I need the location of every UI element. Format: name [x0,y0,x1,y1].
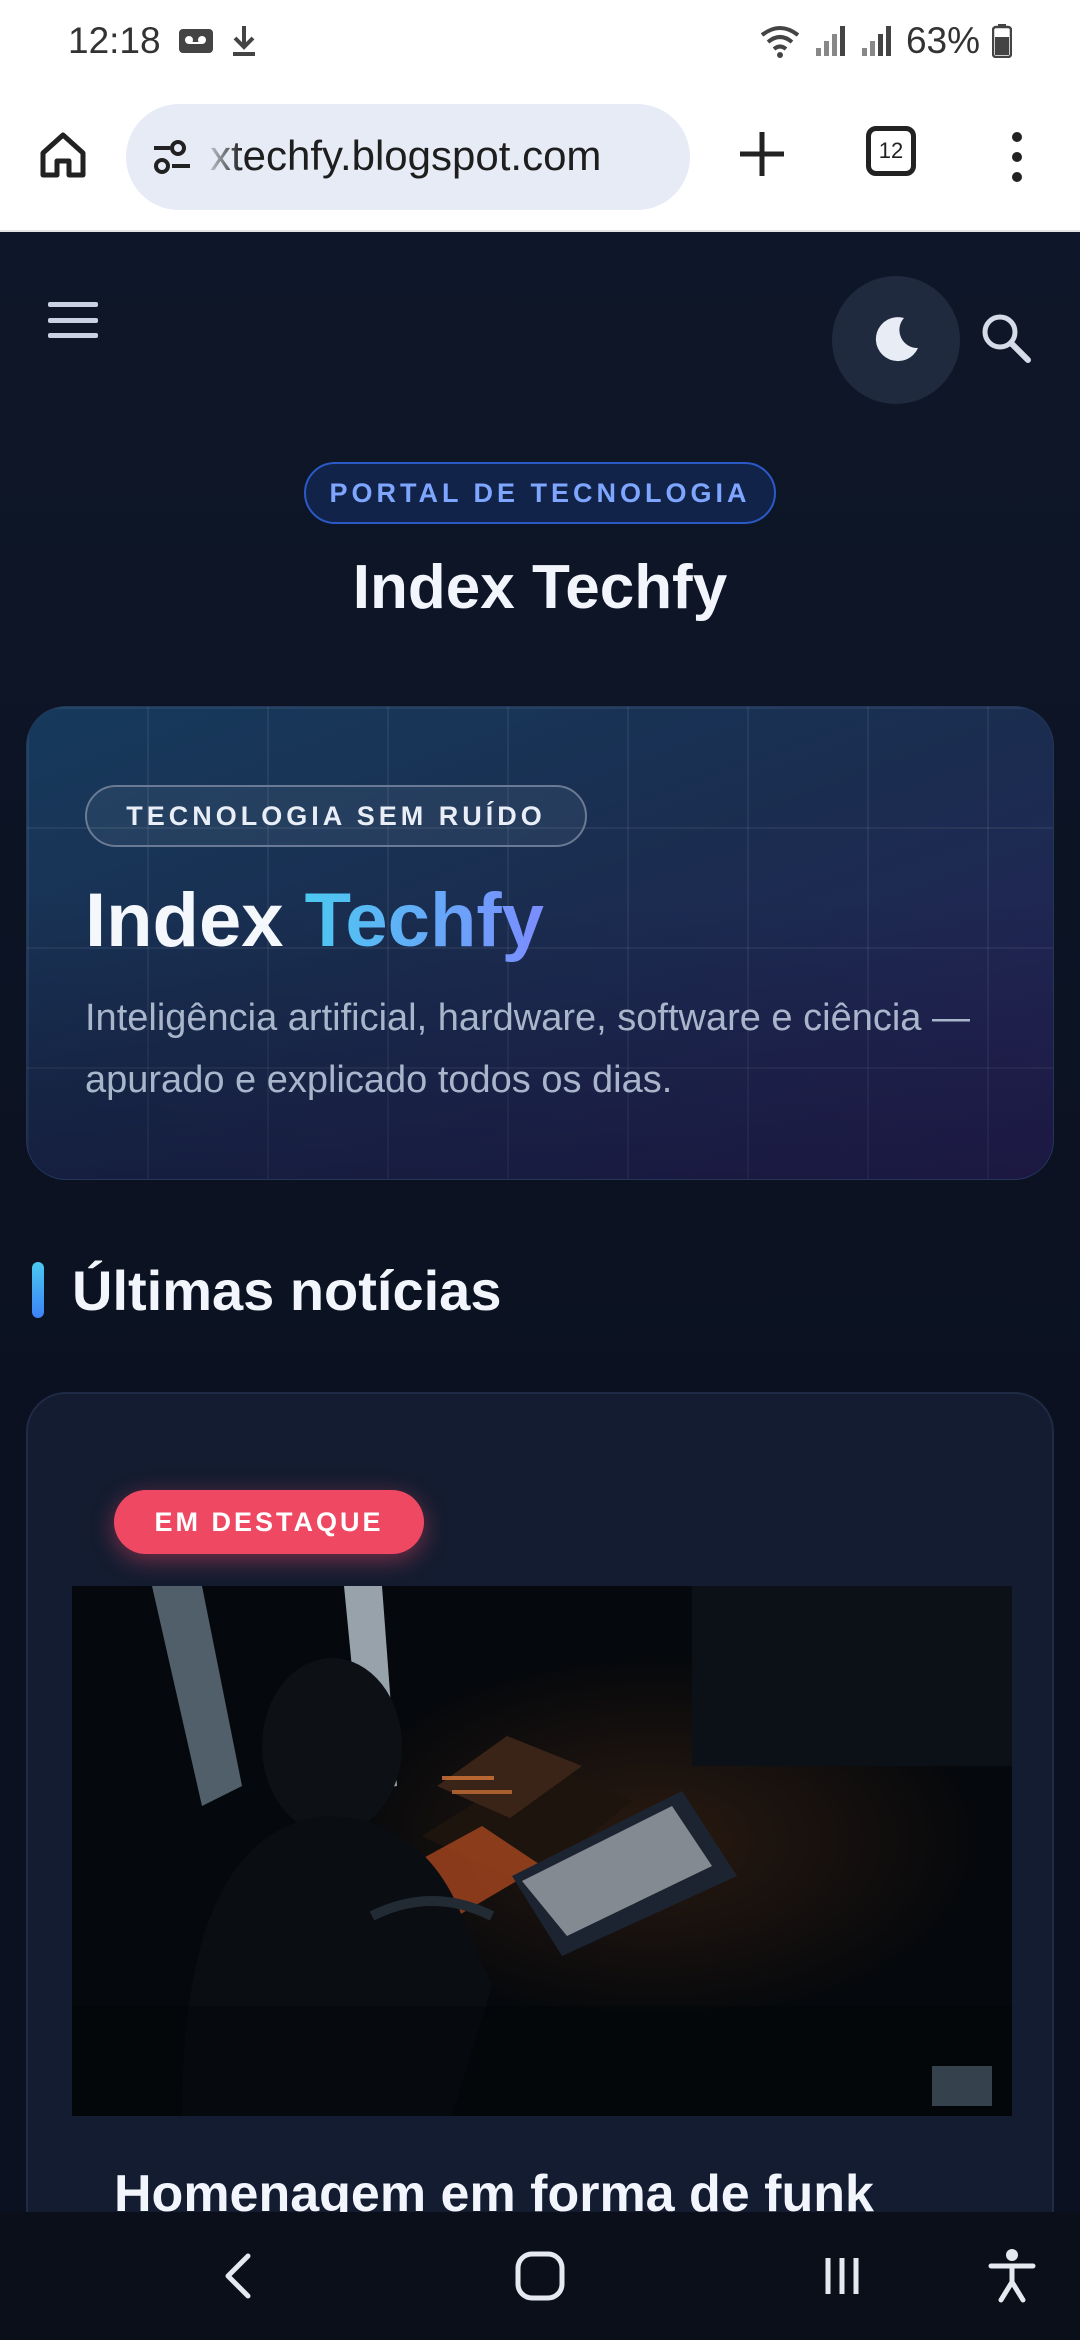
battery-level: 63% [905,20,980,61]
back-button[interactable] [206,2244,270,2308]
page-content: PORTAL DE TECNOLOGIA Index Techfy TECNOL… [0,232,1080,2212]
download-icon [233,26,255,56]
hero-banner: TECNOLOGIA SEM RUÍDO Index Techfy Inteli… [26,706,1054,1180]
featured-news-card[interactable]: EM DESTAQUE Homenagem em forma de funk [26,1392,1054,2212]
accessibility-button[interactable] [980,2244,1044,2308]
address-bar[interactable]: xtechfy.blogspot.com [126,104,690,210]
signal-icon [815,26,845,56]
accessibility-icon [988,2249,1036,2303]
home-icon [40,132,86,178]
new-tab-button[interactable] [732,124,792,184]
featured-headline[interactable]: Homenagem em forma de funk [114,2164,874,2212]
hero-description: Inteligência artificial, hardware, softw… [85,997,970,1101]
section-header: Últimas notícias [32,1258,502,1322]
site-title[interactable]: Index Techfy [0,552,1080,623]
signal-icon-2 [861,26,891,56]
section-title: Últimas notícias [72,1258,502,1322]
url-fade [202,104,242,210]
browser-menu-button[interactable] [1005,132,1029,182]
status-system-icons: 63% [758,20,1012,62]
tab-count: 12 [878,138,904,163]
site-settings-icon[interactable] [148,132,198,182]
tab-switcher-button[interactable]: 12 [866,126,916,176]
moon-icon [875,317,918,362]
featured-badge: EM DESTAQUE [114,1490,424,1554]
theme-toggle-button[interactable] [832,276,960,404]
system-nav-bar [0,2212,1080,2340]
featured-news-image[interactable] [72,1586,1012,2116]
recents-icon [825,2258,859,2294]
home-nav-icon [515,2251,565,2301]
studio-photo [72,1586,1012,2116]
status-time: 12:18 [68,20,161,61]
home-button[interactable] [34,126,92,184]
battery-icon [992,24,1012,58]
hero-title: Index Techfy [85,877,544,964]
search-icon[interactable] [978,310,1034,366]
recents-button[interactable] [810,2244,874,2308]
voicemail-icon [179,29,213,53]
hero-title-accent: Techfy [304,878,544,963]
section-accent-bar [32,1262,44,1318]
status-bar: 12:18 63% [0,0,1080,90]
portal-label: PORTAL DE TECNOLOGIA [304,462,776,524]
back-icon [225,2253,251,2299]
hero-eyebrow: TECNOLOGIA SEM RUÍDO [85,785,587,847]
browser-toolbar: xtechfy.blogspot.com 12 [0,90,1080,232]
home-nav-button[interactable] [508,2244,572,2308]
hero-title-main: Index [85,878,284,963]
url-text[interactable]: xtechfy.blogspot.com [210,132,601,180]
wifi-icon [760,26,800,58]
menu-icon[interactable] [48,302,98,338]
status-notification-icons [178,24,258,58]
